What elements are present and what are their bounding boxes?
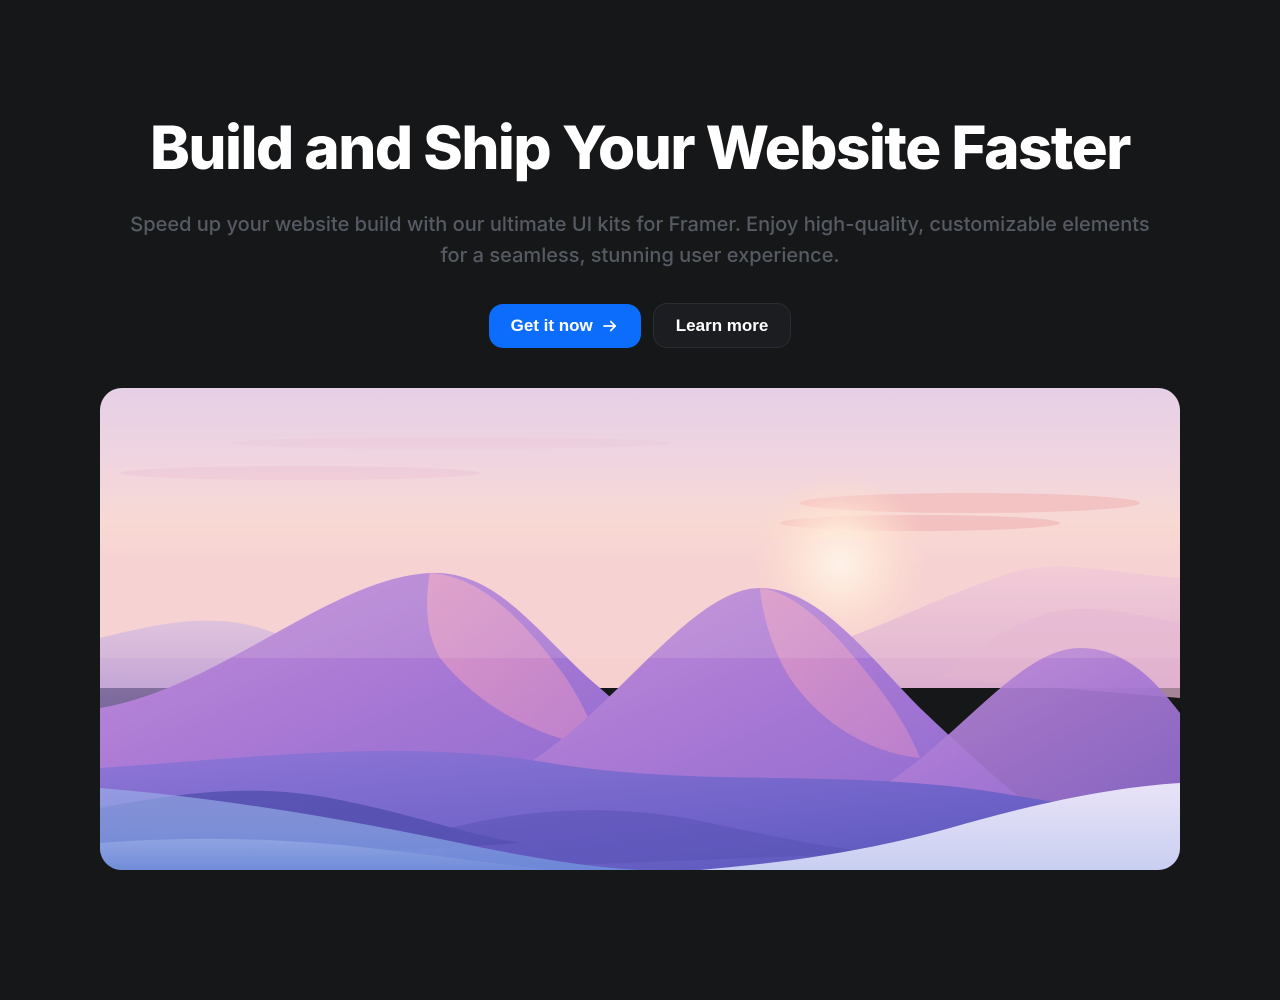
hero-subtitle: Speed up your website build with our ult…	[130, 209, 1150, 271]
hero-section: Build and Ship Your Website Faster Speed…	[130, 115, 1150, 348]
primary-button-label: Get it now	[511, 317, 593, 334]
learn-more-button[interactable]: Learn more	[653, 303, 792, 348]
arrow-right-icon	[601, 317, 619, 335]
get-it-now-button[interactable]: Get it now	[489, 304, 641, 348]
hero-image	[100, 388, 1180, 870]
hero-title: Build and Ship Your Website Faster	[150, 115, 1130, 181]
button-row: Get it now Learn more	[489, 303, 792, 348]
secondary-button-label: Learn more	[676, 317, 769, 334]
